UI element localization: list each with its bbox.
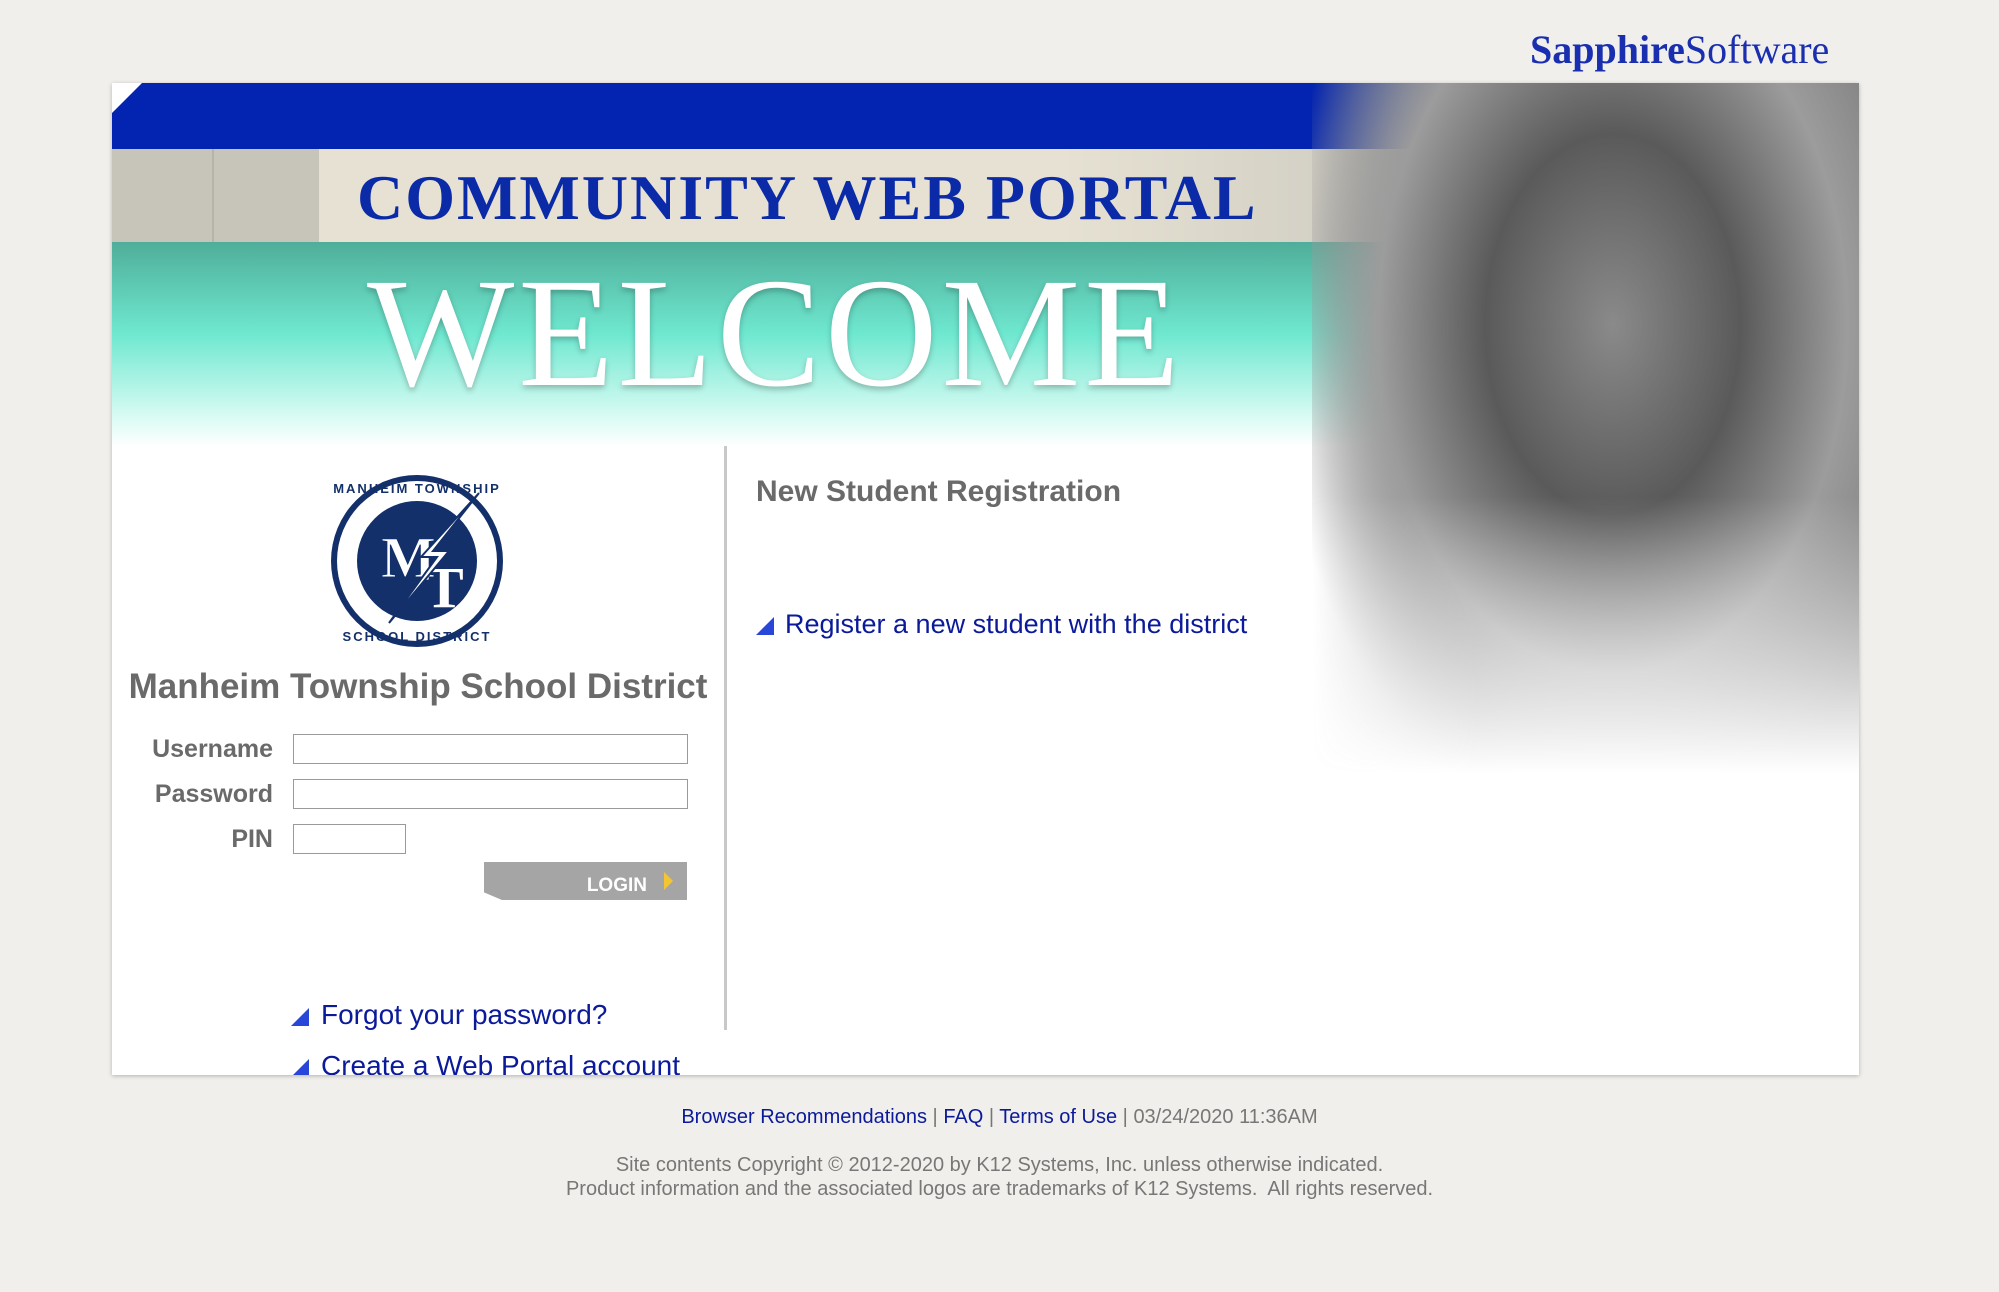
browser-recommendations-link[interactable]: Browser Recommendations (681, 1106, 927, 1128)
username-input[interactable] (293, 734, 688, 764)
svg-text:MANHEIM TOWNSHIP: MANHEIM TOWNSHIP (333, 481, 501, 496)
banner-photo (1312, 83, 1859, 773)
separator: | (988, 1106, 995, 1128)
timestamp: 03/24/2020 11:36AM (1133, 1106, 1318, 1128)
password-label: Password (154, 780, 273, 808)
district-name: Manheim Township School District (128, 667, 708, 706)
password-input[interactable] (293, 779, 688, 809)
separator: | (1122, 1106, 1128, 1128)
svg-text:SCHOOL DISTRICT: SCHOOL DISTRICT (343, 629, 492, 644)
triangle-bullet-icon (291, 1059, 309, 1075)
footer-links: Browser Recommendations | FAQ | Terms of… (0, 1106, 1999, 1129)
registration-heading: New Student Registration (756, 475, 1122, 508)
triangle-bullet-icon (291, 1008, 309, 1026)
login-button[interactable]: LOGIN (484, 862, 687, 900)
faq-link[interactable]: FAQ (943, 1106, 983, 1128)
welcome-heading: WELCOME (367, 246, 1184, 419)
separator: | (932, 1106, 938, 1128)
register-student-link[interactable]: Register a new student with the district (785, 609, 1247, 640)
pin-input[interactable] (293, 824, 406, 854)
column-divider (724, 446, 727, 1030)
banner-block (112, 149, 214, 242)
pin-label: PIN (231, 825, 273, 853)
trademark-line: Product information and the associated l… (565, 1178, 1434, 1200)
sapphire-software-logo: SapphireSoftware (1530, 27, 1830, 72)
terms-of-use-link[interactable]: Terms of Use (999, 1106, 1117, 1128)
copyright-line: Site contents Copyright © 2012-2020 by K… (615, 1154, 1384, 1176)
arrow-right-icon (664, 872, 673, 890)
forgot-password-link[interactable]: Forgot your password? (321, 999, 607, 1031)
portal-panel: COMMUNITY WEB PORTAL WELCOME M T MANHEIM… (112, 83, 1859, 1075)
banner-block (214, 149, 319, 242)
create-account-link[interactable]: Create a Web Portal account (321, 1050, 680, 1075)
district-seal-logo: M T MANHEIM TOWNSHIP SCHOOL DISTRICT (331, 475, 503, 647)
triangle-bullet-icon (756, 617, 774, 635)
username-label: Username (152, 735, 273, 763)
portal-title: COMMUNITY WEB PORTAL (357, 162, 1258, 233)
